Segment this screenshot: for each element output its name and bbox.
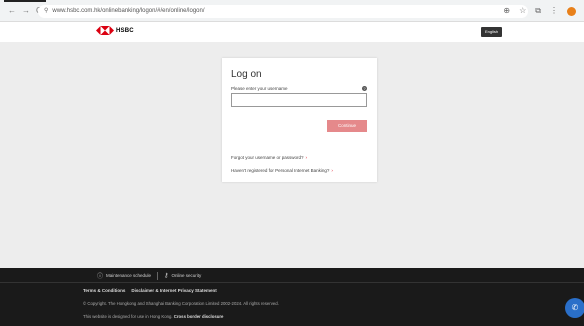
address-bar[interactable]: ⚲ www.hsbc.com.hk/onlinebanking/logon/#/e…: [38, 5, 528, 18]
disclaimer-text: This website is designed for use in Hong…: [83, 314, 173, 319]
back-icon[interactable]: ←: [8, 7, 16, 15]
privacy-link[interactable]: Disclaimer & Internet Privacy Statement: [131, 288, 216, 293]
maintenance-link[interactable]: Maintenance schedule: [106, 273, 151, 278]
continue-button[interactable]: Continue: [327, 120, 367, 132]
lock-icon: ⚷: [164, 273, 169, 279]
footer-divider: [0, 282, 584, 283]
username-input[interactable]: [231, 93, 367, 107]
hexagon-logo-icon: [96, 26, 114, 35]
zoom-icon[interactable]: ⊕: [503, 5, 510, 17]
browser-actions: ⊕ ☆ ⧉ ⋮: [503, 5, 576, 17]
chevron-right-icon: ›: [331, 168, 333, 173]
info-icon: ⓘ: [97, 274, 104, 280]
forgot-link-text: Forgot your username or password?: [231, 155, 304, 160]
logon-card: Log on Please enter your username ? Cont…: [222, 58, 377, 182]
url-text: www.hsbc.com.hk/onlinebanking/logon/#/en…: [52, 8, 205, 14]
footer-legal-links: Terms & Conditions Disclaimer & Internet …: [83, 288, 217, 293]
page-title: Log on: [231, 69, 262, 80]
copyright-text: © Copyright. The Hongkong and Shanghai B…: [83, 301, 279, 306]
active-tab-indicator[interactable]: [4, 0, 46, 2]
site-footer: ⓘ Maintenance schedule ⚷ Online security…: [0, 268, 584, 326]
browser-toolbar: ← → C ⚲ www.hsbc.com.hk/onlinebanking/log…: [0, 0, 584, 22]
language-button[interactable]: English: [481, 27, 503, 37]
profile-avatar[interactable]: [567, 6, 576, 16]
chevron-right-icon: ›: [305, 155, 308, 160]
bookmark-star-icon[interactable]: ☆: [519, 5, 526, 17]
help-icon[interactable]: ?: [362, 86, 367, 91]
site-info-icon[interactable]: ⚲: [44, 8, 48, 14]
site-header: HSBC English: [0, 22, 584, 42]
forgot-credentials-link[interactable]: Forgot your username or password? ›: [231, 155, 307, 160]
register-link-text: Haven't registered for Personal Internet…: [231, 168, 330, 173]
footer-utility-links: ⓘ Maintenance schedule ⚷ Online security: [97, 271, 201, 280]
hsbc-logo[interactable]: HSBC: [96, 26, 134, 35]
online-security-link[interactable]: Online security: [171, 273, 201, 278]
footer-separator: [157, 271, 159, 280]
chat-icon: ✆: [571, 303, 579, 312]
cross-border-link[interactable]: Cross border disclosure: [174, 314, 224, 319]
terms-link[interactable]: Terms & Conditions: [83, 288, 125, 293]
chat-button[interactable]: ✆: [565, 298, 584, 318]
forward-icon[interactable]: →: [22, 7, 30, 15]
logo-text: HSBC: [116, 27, 134, 34]
username-label: Please enter your username: [231, 86, 288, 91]
menu-icon[interactable]: ⋮: [550, 5, 558, 17]
register-link[interactable]: Haven't registered for Personal Internet…: [231, 168, 333, 173]
disclaimer: This website is designed for use in Hong…: [83, 314, 223, 319]
browser-nav: ← → C: [8, 7, 42, 15]
extensions-icon[interactable]: ⧉: [535, 5, 541, 17]
